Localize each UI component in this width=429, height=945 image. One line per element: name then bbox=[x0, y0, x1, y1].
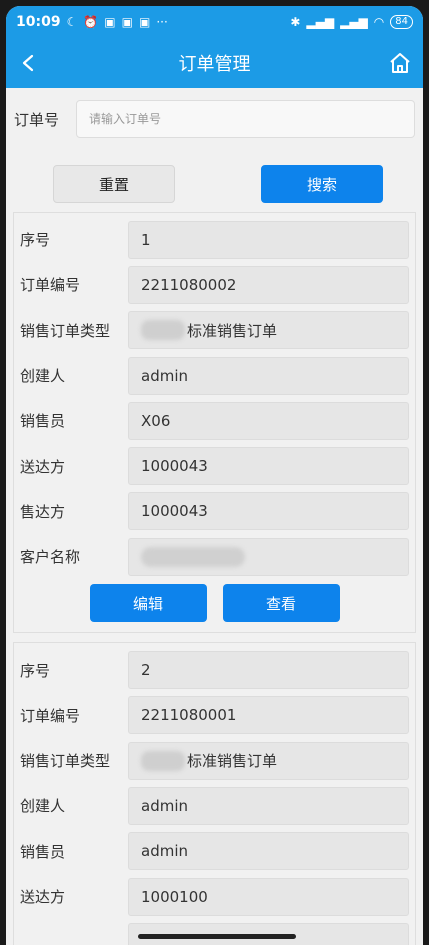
moon-icon: ☾ bbox=[66, 15, 78, 29]
order-field: 创建人 admin bbox=[20, 783, 409, 828]
field-label: 送达方 bbox=[20, 457, 66, 476]
field-label: 售达方 bbox=[20, 502, 66, 521]
field-value: 1000100 bbox=[128, 877, 409, 916]
order-card: 序号 2 订单编号 2211080001 销售订单类型 标准销售订单 创建人 a… bbox=[13, 642, 416, 945]
search-row: 订单号 bbox=[6, 88, 423, 138]
field-value: admin bbox=[128, 356, 409, 395]
back-arrow-icon[interactable] bbox=[16, 50, 42, 76]
status-time: 10:09 bbox=[16, 14, 61, 30]
field-label: 客户名称 bbox=[20, 548, 81, 567]
order-card: 序号 1 订单编号 2211080002 销售订单类型 标准销售订单 创建人 a… bbox=[13, 212, 416, 634]
bluetooth-icon: ✱ bbox=[290, 15, 301, 29]
redacted-text bbox=[141, 320, 185, 341]
field-value-text: 标准销售订单 bbox=[187, 752, 278, 771]
order-actions: 编辑 查看 bbox=[20, 579, 409, 632]
signal-icon: ▂▄▆ bbox=[306, 15, 335, 29]
field-label: 订单编号 bbox=[20, 276, 81, 295]
order-number-label: 订单号 bbox=[14, 110, 60, 129]
order-field: 送达方 1000043 bbox=[20, 443, 409, 488]
order-field: 送达方 1000100 bbox=[20, 874, 409, 919]
order-field: 销售员 admin bbox=[20, 829, 409, 874]
status-system-icons: ✱ ▂▄▆ ▂▄▆ ◠ 84 bbox=[290, 15, 413, 29]
field-value: 1000043 bbox=[128, 447, 409, 486]
redacted-text bbox=[141, 750, 185, 771]
status-bar: 10:09 ☾ ⏰ ▣ ▣ ▣ ··· ✱ ▂▄▆ ▂▄▆ ◠ 84 bbox=[6, 6, 423, 38]
signal-icon: ▂▄▆ bbox=[340, 15, 368, 29]
order-field bbox=[20, 919, 409, 945]
field-label: 创建人 bbox=[20, 797, 66, 816]
field-value: admin bbox=[128, 786, 409, 825]
field-value: X06 bbox=[128, 401, 409, 440]
search-button[interactable]: 搜索 bbox=[261, 165, 383, 203]
field-label: 销售订单类型 bbox=[20, 321, 111, 340]
battery-icon: 84 bbox=[390, 15, 413, 29]
app-notification-icon: ▣ bbox=[121, 15, 133, 29]
app-notification-icon: ▣ bbox=[138, 15, 151, 29]
field-value: 1000043 bbox=[128, 492, 409, 531]
view-button[interactable]: 查看 bbox=[222, 584, 340, 623]
field-value-text: 标准销售订单 bbox=[187, 321, 278, 340]
field-value: admin bbox=[128, 832, 409, 871]
order-field: 创建人 admin bbox=[20, 353, 409, 398]
order-field: 订单编号 2211080002 bbox=[20, 262, 409, 307]
field-value: 2211080002 bbox=[128, 265, 409, 304]
order-field: 序号 2 bbox=[20, 647, 409, 692]
app-notification-icon: ▣ bbox=[104, 15, 116, 29]
order-number-input[interactable] bbox=[76, 100, 415, 138]
field-label: 序号 bbox=[20, 661, 51, 680]
field-value: 1 bbox=[128, 220, 409, 259]
order-field: 售达方 1000043 bbox=[20, 489, 409, 534]
field-label: 送达方 bbox=[20, 888, 66, 906]
more-icon: ··· bbox=[156, 15, 168, 29]
search-actions: 重置 搜索 bbox=[6, 138, 423, 203]
phone-screen: 10:09 ☾ ⏰ ▣ ▣ ▣ ··· ✱ ▂▄▆ ▂▄▆ ◠ 84 订单管理 … bbox=[6, 6, 423, 945]
field-value: 标准销售订单 bbox=[128, 311, 409, 350]
redacted-text bbox=[141, 546, 245, 567]
field-label: 销售员 bbox=[20, 412, 66, 431]
edit-button[interactable]: 编辑 bbox=[89, 584, 207, 623]
order-field: 销售员 X06 bbox=[20, 398, 409, 443]
field-label: 序号 bbox=[20, 231, 51, 250]
order-field: 销售订单类型 标准销售订单 bbox=[20, 738, 409, 783]
field-label: 订单编号 bbox=[20, 706, 81, 725]
alarm-icon: ⏰ bbox=[83, 15, 99, 29]
home-indicator[interactable] bbox=[138, 934, 296, 939]
field-value bbox=[128, 537, 409, 576]
field-label: 创建人 bbox=[20, 367, 66, 386]
app-bar: 订单管理 bbox=[6, 38, 423, 88]
wifi-icon: ◠ bbox=[373, 15, 385, 29]
order-field: 销售订单类型 标准销售订单 bbox=[20, 308, 409, 353]
field-value: 2211080001 bbox=[128, 696, 409, 735]
field-value: 2 bbox=[128, 651, 409, 690]
status-notification-icons: ☾ ⏰ ▣ ▣ ▣ ··· bbox=[67, 15, 168, 29]
field-label: 销售员 bbox=[20, 842, 66, 861]
home-icon[interactable] bbox=[387, 50, 413, 76]
order-field: 订单编号 2211080001 bbox=[20, 693, 409, 738]
order-field: 序号 1 bbox=[20, 217, 409, 262]
reset-button[interactable]: 重置 bbox=[53, 165, 175, 203]
field-value: 标准销售订单 bbox=[128, 741, 409, 780]
order-field: 客户名称 bbox=[20, 534, 409, 579]
page-title: 订单管理 bbox=[178, 54, 251, 75]
field-label: 销售订单类型 bbox=[20, 752, 111, 771]
